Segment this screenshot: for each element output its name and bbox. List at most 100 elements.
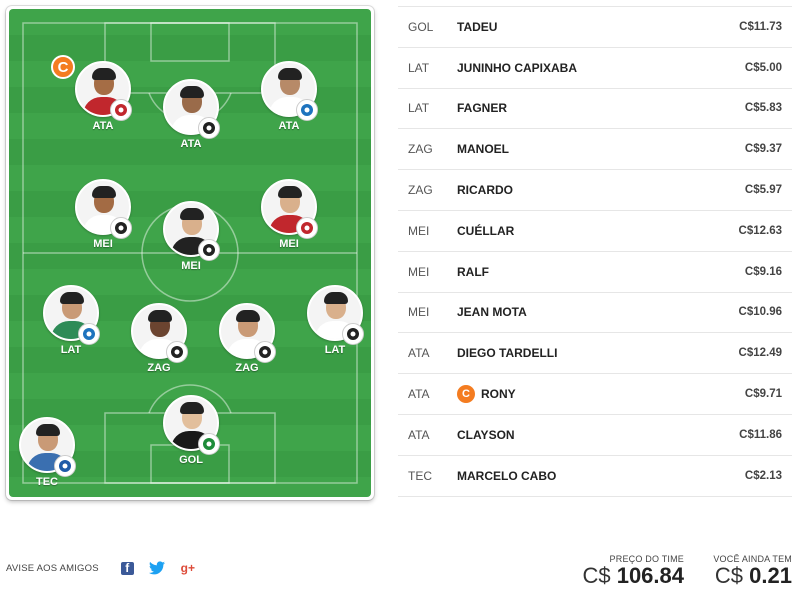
player-price: C$9.37	[744, 143, 782, 156]
player-position: LAT	[324, 344, 346, 356]
google-plus-icon[interactable]: g+	[180, 560, 196, 576]
player-position: GOL	[408, 19, 434, 34]
player-card-clayson[interactable]: ATA	[151, 79, 231, 150]
club-crest-icon	[198, 117, 220, 139]
player-price: C$12.63	[738, 224, 782, 237]
list-item[interactable]: MEI CUÉLLAR C$12.63	[398, 211, 792, 252]
player-name: JEAN MOTA	[457, 305, 527, 320]
player-name: DIEGO TARDELLI	[457, 346, 558, 361]
player-name: C RONY	[457, 385, 672, 404]
remaining-value: C$ 0.21	[713, 564, 792, 588]
player-position: ATA	[278, 120, 300, 132]
player-name: RALF	[457, 264, 489, 279]
captain-icon: C	[457, 385, 475, 404]
list-item[interactable]: ATA DIEGO TARDELLI C$12.49	[398, 333, 792, 375]
soccer-field: ATA C ATA ATA MEI MEI MEI LAT ZAG ZAG LAT GOL TEC	[9, 9, 371, 497]
player-name: TADEU	[457, 19, 498, 34]
captain-badge-icon: C	[51, 55, 75, 79]
player-position: LAT	[60, 344, 82, 356]
player-price: C$11.73	[739, 20, 782, 33]
remaining-number: 0.21	[749, 563, 792, 588]
club-crest-icon	[296, 99, 318, 121]
player-card-ralf[interactable]: MEI	[151, 201, 231, 272]
player-position: ZAG	[408, 142, 433, 157]
club-crest-icon	[54, 455, 76, 477]
player-price: C$10.96	[738, 306, 782, 319]
field-card: ATA C ATA ATA MEI MEI MEI LAT ZAG ZAG LAT GOL TEC	[6, 6, 374, 500]
list-item[interactable]: TEC MARCELO CABO C$2.13	[398, 456, 792, 497]
club-crest-icon	[110, 217, 132, 239]
player-position: ATA	[408, 346, 430, 361]
team-list: GOL TADEU C$11.73 LAT JUNINHO CAPIXABA C$5.00…	[398, 6, 792, 497]
player-card-ricardo[interactable]: ZAG	[119, 303, 199, 374]
list-item[interactable]: ATA C RONY C$9.71	[398, 374, 792, 415]
club-crest-icon	[342, 323, 364, 345]
player-position: MEI	[408, 223, 430, 238]
player-position: TEC	[36, 476, 58, 488]
player-price: C$9.71	[744, 388, 782, 401]
player-position: MEI	[93, 238, 113, 250]
player-name: CLAYSON	[457, 427, 515, 442]
team-price: PREÇO DO TIME C$ 106.84	[582, 554, 684, 588]
list-item[interactable]: ZAG MANOEL C$9.37	[398, 129, 792, 171]
player-price: C$12.49	[738, 347, 782, 360]
club-crest-icon	[166, 341, 188, 363]
player-price: C$11.86	[739, 428, 782, 441]
share-bar: AVISE AOS AMIGOS f g+	[6, 560, 211, 576]
list-item[interactable]: LAT JUNINHO CAPIXABA C$5.00	[398, 48, 792, 89]
player-position: MEI	[279, 238, 299, 250]
list-item[interactable]: ATA CLAYSON C$11.86	[398, 415, 792, 456]
player-card-jean-mota[interactable]: MEI	[63, 179, 143, 250]
team-price-currency: C$	[582, 563, 611, 588]
player-name: JUNINHO CAPIXABA	[457, 60, 578, 75]
player-price: C$9.16	[744, 265, 782, 278]
remaining-balance: VOCÊ AINDA TEM C$ 0.21	[713, 554, 792, 588]
player-name: FAGNER	[457, 101, 508, 116]
player-position: LAT	[408, 60, 430, 75]
player-price: C$5.97	[744, 184, 782, 197]
list-item[interactable]: ZAG RICARDO C$5.97	[398, 170, 792, 211]
player-position: MEI	[408, 305, 430, 320]
club-crest-icon	[254, 341, 276, 363]
facebook-icon[interactable]: f	[120, 561, 134, 575]
player-position: ZAG	[147, 362, 171, 374]
player-price: C$5.00	[744, 61, 782, 74]
player-card-manoel[interactable]: ZAG	[207, 303, 287, 374]
share-label: AVISE AOS AMIGOS	[6, 562, 99, 574]
player-position: ATA	[180, 138, 202, 150]
player-position: MEI	[181, 260, 201, 272]
player-card-marcelo-cabo[interactable]: TEC	[9, 417, 87, 488]
player-price: C$2.13	[744, 469, 782, 482]
club-crest-icon	[198, 433, 220, 455]
player-name: CUÉLLAR	[457, 223, 515, 238]
player-price: C$5.83	[744, 102, 782, 115]
player-card-tadeu[interactable]: GOL	[151, 395, 231, 466]
player-name: MARCELO CABO	[457, 468, 557, 483]
remaining-currency: C$	[714, 563, 744, 588]
player-card-rony[interactable]: ATA C	[51, 55, 143, 132]
player-position: LAT	[408, 101, 430, 116]
player-card-cuellar[interactable]: MEI	[249, 179, 329, 250]
player-position: ZAG	[235, 362, 259, 374]
twitter-icon[interactable]	[148, 560, 165, 576]
player-name: MANOEL	[457, 142, 509, 157]
player-position: GOL	[179, 454, 203, 466]
team-price-value: C$ 106.84	[582, 564, 684, 588]
list-item[interactable]: MEI RALF C$9.16	[398, 252, 792, 293]
player-card-juninho-capixaba[interactable]: LAT	[295, 285, 371, 356]
player-card-fagner[interactable]: LAT	[31, 285, 111, 356]
player-name: RICARDO	[457, 183, 513, 198]
club-crest-icon	[78, 323, 100, 345]
player-position: ATA	[408, 427, 430, 442]
team-price-number: 106.84	[616, 563, 684, 588]
club-crest-icon	[198, 239, 220, 261]
player-card-diego-tardelli[interactable]: ATA	[249, 61, 329, 132]
player-position: MEI	[408, 264, 430, 279]
player-position: ZAG	[408, 183, 433, 198]
list-item[interactable]: LAT FAGNER C$5.83	[398, 89, 792, 130]
club-crest-icon	[110, 99, 132, 121]
player-position: TEC	[408, 468, 432, 483]
list-item[interactable]: GOL TADEU C$11.73	[398, 7, 792, 48]
player-position: ATA	[408, 387, 430, 402]
list-item[interactable]: MEI JEAN MOTA C$10.96	[398, 293, 792, 334]
